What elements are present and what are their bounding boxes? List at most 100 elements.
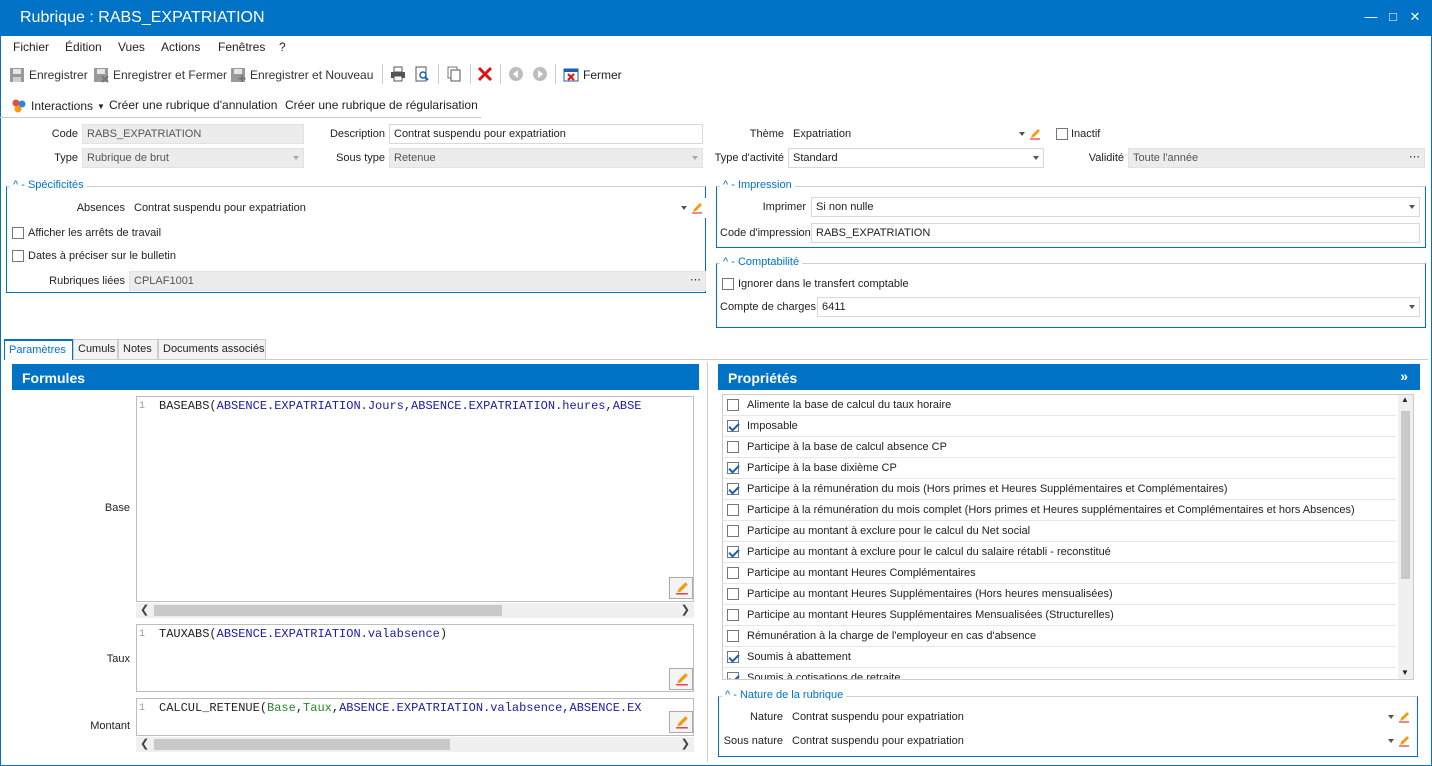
property-checkbox[interactable] (727, 546, 739, 558)
create-cancel-button[interactable]: Créer une rubrique d'annulation (109, 98, 277, 112)
save-new-button[interactable]: Enregistrer et Nouveau (230, 66, 373, 84)
property-checkbox[interactable] (727, 504, 739, 516)
property-checkbox[interactable] (727, 588, 739, 600)
print-icon[interactable] (390, 66, 406, 82)
menu-help[interactable]: ? (279, 40, 286, 54)
print-code-field[interactable]: RABS_EXPATRIATION (811, 223, 1420, 243)
property-row[interactable]: Participe à la base de calcul absence CP (723, 437, 1396, 458)
edit-formula-button[interactable] (669, 668, 693, 690)
property-row[interactable]: Participe au montant à exclure pour le c… (723, 542, 1396, 563)
save-close-button[interactable]: Enregistrer et Fermer (93, 66, 227, 84)
nature-title[interactable]: ^ - Nature de la rubrique (722, 689, 847, 701)
nature-select[interactable]: Contrat suspendu pour expatriation (787, 707, 1413, 727)
close-button[interactable]: Fermer (563, 66, 622, 84)
property-row[interactable]: Participe à la rémunération du mois (Hor… (723, 479, 1396, 500)
property-row[interactable]: Participe à la base dixième CP (723, 458, 1396, 479)
activity-select[interactable]: Standard (788, 148, 1044, 168)
subnature-select[interactable]: Contrat suspendu pour expatriation (787, 731, 1413, 751)
save-button[interactable]: Enregistrer (9, 66, 88, 84)
scroll-thumb[interactable] (1401, 411, 1410, 579)
scroll-right-icon[interactable]: ❯ (681, 737, 690, 750)
menu-fenetres[interactable]: Fenêtres (218, 40, 265, 54)
print-select[interactable]: Si non nulle (811, 197, 1420, 217)
absences-select[interactable]: Contrat suspendu pour expatriation (129, 198, 706, 218)
property-row[interactable]: Imposable (723, 416, 1396, 437)
tab-notes[interactable]: Notes (118, 339, 158, 359)
edit-formula-button[interactable] (669, 711, 693, 733)
type-select[interactable]: Rubrique de brut (82, 148, 304, 168)
scroll-thumb[interactable] (154, 739, 450, 750)
property-checkbox[interactable] (727, 441, 739, 453)
property-row[interactable]: Soumis à abattement (723, 647, 1396, 668)
interactions-menu[interactable]: Interactions ▼ (11, 97, 105, 115)
menu-fichier[interactable]: Fichier (13, 40, 49, 54)
next-icon[interactable] (532, 66, 548, 82)
theme-select[interactable]: Expatriation (788, 124, 1044, 144)
property-row[interactable]: Alimente la base de calcul du taux horai… (723, 395, 1396, 416)
tab-parametres[interactable]: Paramètres (4, 339, 73, 360)
property-checkbox[interactable] (727, 609, 739, 621)
property-checkbox[interactable] (727, 483, 739, 495)
panel-splitter[interactable] (707, 362, 708, 762)
scroll-up-icon[interactable]: ▲ (1401, 395, 1409, 404)
account-select[interactable]: 6411 (817, 297, 1420, 317)
edit-pencil-icon[interactable] (1398, 735, 1410, 747)
inactive-checkbox[interactable] (1056, 128, 1068, 140)
linked-field[interactable]: CPLAF1001 ⋯ (129, 271, 706, 291)
property-checkbox[interactable] (727, 672, 739, 679)
montant-formula-editor[interactable]: 1 CALCUL_RETENUE(Base,Taux,ABSENCE.EXPAT… (136, 698, 694, 736)
copy-icon[interactable] (446, 66, 462, 82)
property-checkbox[interactable] (727, 525, 739, 537)
create-regul-button[interactable]: Créer une rubrique de régularisation (285, 98, 478, 112)
tab-documents[interactable]: Documents associés (158, 339, 266, 359)
menu-vues[interactable]: Vues (118, 40, 145, 54)
impression-title[interactable]: ^ - Impression (720, 179, 795, 191)
property-checkbox[interactable] (727, 420, 739, 432)
comptabilite-title[interactable]: ^ - Comptabilité (720, 256, 803, 268)
close-window-icon[interactable]: ✕ (1404, 6, 1426, 28)
expand-panel-icon[interactable]: » (1400, 368, 1408, 384)
montant-hscrollbar[interactable]: ❮ ❯ (136, 737, 694, 752)
delete-icon[interactable] (477, 66, 493, 82)
show-stops-checkbox[interactable] (12, 227, 24, 239)
scroll-down-icon[interactable]: ▼ (1401, 668, 1409, 677)
property-checkbox[interactable] (727, 462, 739, 474)
edit-pencil-icon[interactable] (1398, 711, 1410, 723)
ignore-transfer-checkbox[interactable] (722, 278, 734, 290)
scroll-right-icon[interactable]: ❯ (681, 603, 690, 616)
validity-field[interactable]: Toute l'année ⋯ (1128, 148, 1425, 168)
specificites-title[interactable]: ^ - Spécificités (10, 179, 87, 191)
property-row[interactable]: Participe au montant à exclure pour le c… (723, 521, 1396, 542)
ellipsis-icon[interactable]: ⋯ (690, 273, 701, 286)
ellipsis-icon[interactable]: ⋯ (1409, 150, 1420, 163)
menu-actions[interactable]: Actions (161, 40, 200, 54)
dates-checkbox[interactable] (12, 250, 24, 262)
menu-edition[interactable]: Édition (65, 40, 102, 54)
print-preview-icon[interactable] (414, 66, 430, 82)
edit-formula-button[interactable] (669, 577, 693, 599)
properties-vscrollbar[interactable]: ▲ ▼ (1398, 395, 1413, 679)
scroll-left-icon[interactable]: ❮ (140, 737, 149, 750)
property-row[interactable]: Soumis à cotisations de retraite (723, 668, 1396, 679)
property-checkbox[interactable] (727, 399, 739, 411)
description-field[interactable]: Contrat suspendu pour expatriation (389, 124, 703, 144)
previous-icon[interactable] (508, 66, 524, 82)
property-row[interactable]: Participe à la rémunération du mois comp… (723, 500, 1396, 521)
code-field[interactable]: RABS_EXPATRIATION (82, 124, 304, 144)
scroll-thumb[interactable] (154, 605, 502, 616)
maximize-icon[interactable]: □ (1382, 6, 1404, 28)
property-checkbox[interactable] (727, 567, 739, 579)
subtype-select[interactable]: Retenue (389, 148, 703, 168)
minimize-icon[interactable]: — (1360, 6, 1382, 28)
base-formula-editor[interactable]: 1 BASEABS(ABSENCE.EXPATRIATION.Jours,ABS… (136, 396, 694, 602)
property-row[interactable]: Participe au montant Heures Complémentai… (723, 563, 1396, 584)
property-row[interactable]: Participe au montant Heures Supplémentai… (723, 584, 1396, 605)
scroll-left-icon[interactable]: ❮ (140, 603, 149, 616)
tab-cumuls[interactable]: Cumuls (73, 339, 118, 359)
property-checkbox[interactable] (727, 651, 739, 663)
edit-pencil-icon[interactable] (1029, 128, 1041, 140)
taux-formula-editor[interactable]: 1 TAUXABS(ABSENCE.EXPATRIATION.valabsenc… (136, 624, 694, 692)
property-row[interactable]: Participe au montant Heures Supplémentai… (723, 605, 1396, 626)
edit-pencil-icon[interactable] (691, 202, 703, 214)
base-hscrollbar[interactable]: ❮ ❯ (136, 603, 694, 618)
